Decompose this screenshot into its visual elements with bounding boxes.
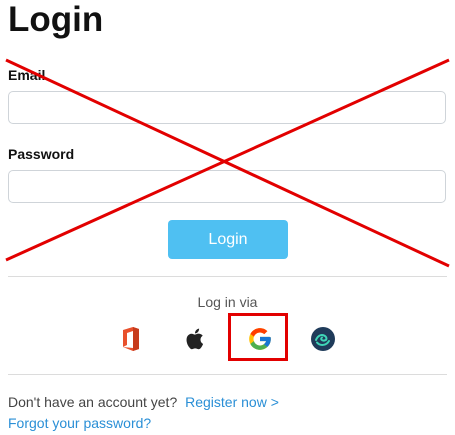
office-login-button[interactable] [115, 323, 147, 355]
apple-login-button[interactable] [180, 323, 212, 355]
register-link[interactable]: Register now > [185, 394, 279, 410]
forgot-row: Forgot your password? [8, 415, 151, 431]
circular-logo-icon [311, 327, 335, 351]
no-account-text: Don't have an account yet? [8, 394, 178, 410]
divider [8, 276, 447, 277]
google-login-button[interactable] [244, 323, 276, 355]
divider [8, 374, 447, 375]
cross-out-annotation [5, 58, 450, 268]
forgot-password-link[interactable]: Forgot your password? [8, 415, 151, 431]
google-icon [249, 328, 271, 350]
circular-logo-login-button[interactable] [307, 323, 339, 355]
email-label: Email [8, 67, 46, 83]
page-title: Login [8, 0, 104, 39]
login-via-caption: Log in via [197, 294, 258, 310]
password-label: Password [8, 146, 75, 162]
password-field[interactable] [8, 170, 446, 203]
email-field[interactable] [8, 91, 446, 124]
register-row: Don't have an account yet? Register now … [8, 394, 279, 410]
office-icon [123, 327, 139, 351]
login-button[interactable]: Login [168, 220, 288, 259]
apple-icon [186, 328, 204, 350]
